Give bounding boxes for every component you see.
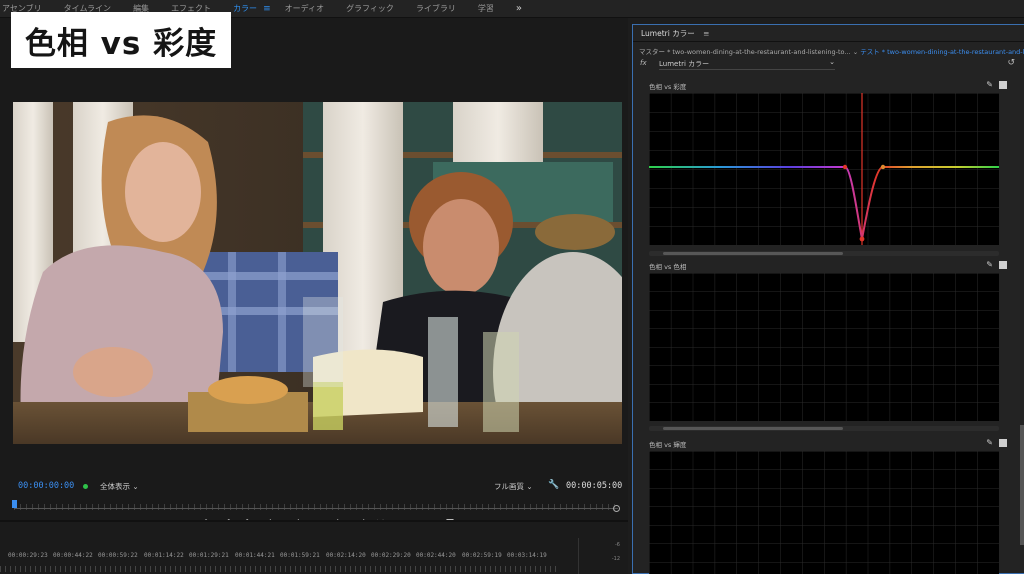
chevron-down-icon[interactable]: ⌄ xyxy=(853,48,858,56)
resolution-select[interactable]: フル画質 ⌄ xyxy=(494,481,533,492)
clip-selector-row: マスター * two-women-dining-at-the-restauran… xyxy=(633,43,1024,57)
curve-graph xyxy=(649,451,999,574)
panel-scrollbar[interactable] xyxy=(1020,425,1024,545)
panel-header: Lumetri カラー ≡ xyxy=(633,25,1024,42)
ruler-label: 00:02:29:20 xyxy=(371,552,411,559)
horizontal-scrollbar[interactable] xyxy=(649,426,999,431)
video-image xyxy=(13,102,622,444)
section-tools: ✎ xyxy=(986,438,1007,447)
app-window: アセンブリ タイムライン 編集 エフェクト カラー ≡ オーディオ グラフィック… xyxy=(0,0,1024,574)
enable-checkbox[interactable] xyxy=(999,260,1007,269)
hue-vs-hue-graph[interactable] xyxy=(649,273,999,421)
ruler-label: 00:02:59:19 xyxy=(462,552,502,559)
monitor-scrubber[interactable] xyxy=(12,500,620,514)
effect-select-value: Lumetri カラー xyxy=(659,60,710,68)
ruler-label: 00:00:44:22 xyxy=(53,552,93,559)
effect-select[interactable]: Lumetri カラー ⌄ xyxy=(659,58,835,70)
ruler-label: 00:01:29:21 xyxy=(189,552,229,559)
curve-graph xyxy=(649,93,999,245)
curve-graph xyxy=(649,273,999,421)
ruler-label: 00:03:14:19 xyxy=(507,552,547,559)
hue-vs-luma-graph[interactable] xyxy=(649,451,999,574)
chevron-down-icon: ⌄ xyxy=(132,482,139,491)
fx-badge[interactable]: fx xyxy=(640,59,647,67)
sequence-clip-label[interactable]: テスト * two-women-dining-at-the-restaurant… xyxy=(860,48,1024,56)
ruler-label: 00:02:14:20 xyxy=(326,552,366,559)
enable-checkbox[interactable] xyxy=(999,438,1007,447)
timeline-ruler-ticks xyxy=(0,566,560,572)
meter-label: -6 xyxy=(615,542,620,548)
double-chevron-right-icon[interactable]: » xyxy=(516,3,522,14)
panel-menu-icon[interactable]: ≡ xyxy=(703,29,709,38)
resolution-select-value: フル画質 xyxy=(494,482,524,491)
ruler-label: 00:02:44:20 xyxy=(416,552,456,559)
chevron-down-icon: ⌄ xyxy=(526,482,533,491)
section-label: 色相 vs 彩度 xyxy=(649,83,687,91)
scrubber-track[interactable] xyxy=(14,508,618,509)
program-monitor: 00:00:00:00 全体表示 ⌄ フル画質 ⌄ 🔧 00:00:05:00 … xyxy=(0,18,628,529)
ruler-label: 00:01:14:22 xyxy=(144,552,184,559)
hue-vs-sat-section: 色相 vs 彩度 ✎ xyxy=(641,80,1013,261)
ruler-label: 00:00:59:22 xyxy=(98,552,138,559)
reset-icon[interactable]: ↺ xyxy=(1007,58,1015,68)
hue-vs-sat-graph[interactable] xyxy=(649,93,999,245)
section-tools: ✎ xyxy=(986,80,1007,89)
panel-title[interactable]: Lumetri カラー xyxy=(641,29,695,38)
monitor-controls-row: 00:00:00:00 全体表示 ⌄ フル画質 ⌄ 🔧 00:00:05:00 xyxy=(0,480,628,495)
enable-checkbox[interactable] xyxy=(999,80,1007,89)
timeline-panel: 00:00:29:23 00:00:44:22 00:00:59:22 00:0… xyxy=(0,520,628,574)
playhead-icon[interactable] xyxy=(12,500,17,508)
audio-meter: -6 -12 xyxy=(578,538,620,574)
scrollbar-thumb[interactable] xyxy=(663,427,843,430)
eyedropper-icon[interactable]: ✎ xyxy=(986,438,993,447)
meter-label: -12 xyxy=(611,556,620,562)
hue-vs-hue-section: 色相 vs 色相 ✎ xyxy=(641,260,1013,439)
hamburger-icon[interactable]: ≡ xyxy=(263,4,271,14)
eyedropper-icon[interactable]: ✎ xyxy=(986,260,993,269)
effect-row: fx Lumetri カラー ⌄ ↺ xyxy=(633,58,1024,72)
wrench-icon[interactable]: 🔧 xyxy=(548,480,559,490)
timeline-ruler[interactable]: 00:00:29:23 00:00:44:22 00:00:59:22 00:0… xyxy=(0,552,560,562)
chevron-down-icon: ⌄ xyxy=(829,58,835,66)
zoom-select[interactable]: 全体表示 ⌄ xyxy=(100,481,139,492)
duration-timecode: 00:00:05:00 xyxy=(566,481,623,491)
current-timecode[interactable]: 00:00:00:00 xyxy=(18,481,74,491)
status-dot-icon xyxy=(83,484,88,489)
scrubber-ticks xyxy=(14,504,618,510)
workspace-tab[interactable]: ライブラリ xyxy=(416,3,456,14)
workspace-tab[interactable]: オーディオ xyxy=(285,3,324,14)
video-frame xyxy=(13,102,622,444)
hue-vs-luma-section: 色相 vs 輝度 ✎ xyxy=(641,438,1013,574)
out-point-handle[interactable] xyxy=(613,505,620,512)
lumetri-color-panel: Lumetri カラー ≡ マスター * two-women-dining-at… xyxy=(632,24,1024,574)
eyedropper-icon[interactable]: ✎ xyxy=(986,80,993,89)
ruler-label: 00:01:59:21 xyxy=(280,552,320,559)
workspace-tab[interactable]: グラフィック xyxy=(346,3,394,14)
master-clip-label[interactable]: マスター * two-women-dining-at-the-restauran… xyxy=(639,48,851,56)
scrollbar-thumb[interactable] xyxy=(663,252,843,255)
section-label: 色相 vs 色相 xyxy=(649,263,687,271)
horizontal-scrollbar[interactable] xyxy=(649,251,999,256)
title-overlay: 色相 vs 彩度 xyxy=(11,12,231,68)
title-text: 色相 vs 彩度 xyxy=(24,25,218,62)
workspace-tab[interactable]: 学習 xyxy=(478,3,494,14)
section-label: 色相 vs 輝度 xyxy=(649,441,687,449)
workspace-tab-active[interactable]: カラー xyxy=(233,3,257,14)
zoom-select-value: 全体表示 xyxy=(100,482,130,491)
section-tools: ✎ xyxy=(986,260,1007,269)
ruler-label: 00:01:44:21 xyxy=(235,552,275,559)
ruler-label: 00:00:29:23 xyxy=(8,552,48,559)
